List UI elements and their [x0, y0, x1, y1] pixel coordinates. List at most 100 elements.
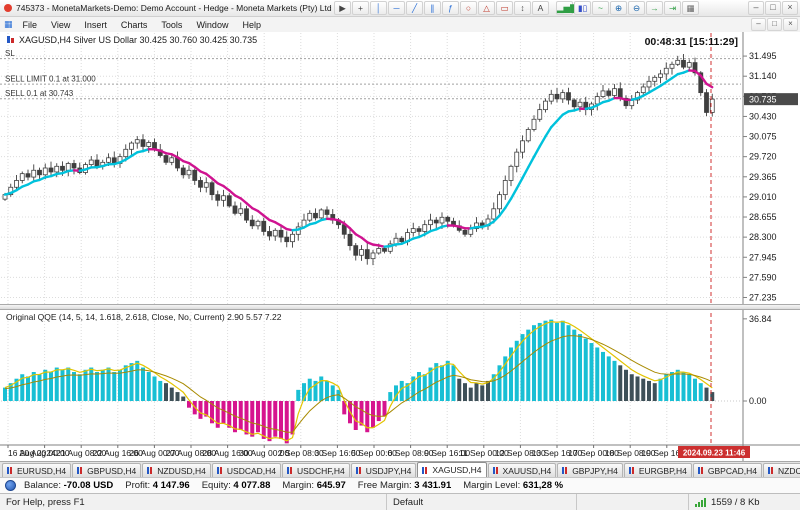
channel-icon[interactable]: ∥	[424, 1, 441, 15]
indicator-axis-label: 0.00	[749, 396, 767, 406]
symbol-tabs-bar: EURUSD,H4 GBPUSD,H4 NZDUSD,H4USDCAD,H4USDC…	[0, 461, 800, 477]
chart-shift-icon[interactable]: ⇥	[664, 1, 681, 15]
tab-label: EURUSD,H4	[17, 466, 66, 476]
connection-signal-icon	[695, 498, 707, 507]
account-equity: Equity: 4 077.88	[202, 480, 271, 491]
current-time-label: 2024.09.23 11:46	[683, 449, 746, 458]
price-axis-label: 28.655	[749, 212, 777, 222]
status-blank	[576, 494, 688, 510]
text-icon[interactable]: A	[532, 1, 549, 15]
arrows-icon[interactable]: ↕	[514, 1, 531, 15]
symbol-tab-gbpcad[interactable]: GBPCAD,H4	[693, 463, 762, 477]
chart-clock: 00:48:31 [15:11:29]	[645, 36, 738, 48]
price-axis-label: 29.010	[749, 192, 777, 202]
tab-label: XAGUSD,H4	[432, 465, 481, 475]
account-bar: Balance: -70.08 USD Profit: 4 147.96 Equit…	[0, 477, 800, 493]
chart-window-buttons: –□×	[750, 18, 798, 31]
symbol-tab-usdcad[interactable]: USDCAD,H4	[212, 463, 281, 477]
zoom-out-icon[interactable]: ⊖	[628, 1, 645, 15]
account-marginlevel: Margin Level: 631,28 %	[463, 480, 563, 491]
app-restore-button[interactable]: □	[765, 1, 781, 15]
status-connection[interactable]: 1559 / 8 Kb	[688, 494, 800, 510]
status-help: For Help, press F1	[0, 494, 386, 510]
order-label: SL	[5, 49, 15, 58]
menu-window[interactable]: Window	[189, 20, 235, 30]
price-axis-label: 28.300	[749, 232, 777, 242]
symbol-tab-eurgbp[interactable]: EURGBP,H4	[624, 463, 692, 477]
symbol-tab-gbpjpy[interactable]: GBPJPY,H4	[557, 463, 623, 477]
price-axis-label: 27.945	[749, 252, 777, 262]
triangle-icon[interactable]: △	[478, 1, 495, 15]
fibonacci-icon[interactable]: ƒ	[442, 1, 459, 15]
tab-chart-icon	[217, 467, 224, 474]
menu-charts[interactable]: Charts	[114, 20, 155, 30]
price-axis-label: 29.720	[749, 152, 777, 162]
account-margin: Margin: 645.97	[282, 480, 345, 491]
tab-label: EURGBP,H4	[639, 466, 687, 476]
cursor-icon[interactable]: ▶	[334, 1, 351, 15]
price-axis-label: 31.495	[749, 51, 777, 61]
auto-scroll-icon[interactable]: →	[646, 1, 663, 15]
symbol-tab-usdchf[interactable]: USDCHF,H4	[282, 463, 350, 477]
chart-canvas[interactable]: SLSELL LIMIT 0.1 at 31.000SELL 0.1 at 30…	[0, 32, 800, 461]
symbol-tab-nzdchf[interactable]: NZDCHF,H4	[763, 463, 800, 477]
tab-chart-icon	[287, 467, 294, 474]
price-axis-label: 30.430	[749, 111, 777, 121]
account-balance: Balance: -70.08 USD	[24, 480, 113, 491]
menu-insert[interactable]: Insert	[77, 20, 114, 30]
line-studies-toolbar: ▶+│─╱∥ƒ○△▭↕A	[334, 1, 550, 15]
chart-minimize-button[interactable]: –	[751, 18, 766, 31]
tab-label: GBPJPY,H4	[572, 466, 618, 476]
symbol-tab-xagusd[interactable]: XAGUSD,H4	[417, 462, 486, 477]
tab-chart-icon	[356, 467, 363, 474]
symbol-ohlc-label: XAGUSD,H4 Silver US Dollar 30.425 30.760…	[19, 35, 257, 45]
horizontal-line-icon[interactable]: ─	[388, 1, 405, 15]
app-minimize-button[interactable]: –	[748, 1, 764, 15]
trendline-icon[interactable]: ╱	[406, 1, 423, 15]
symbol-tab-eurusd[interactable]: EURUSD,H4	[2, 463, 71, 477]
tile-windows-icon[interactable]: ▦	[682, 1, 699, 15]
ellipse-icon[interactable]: ○	[460, 1, 477, 15]
order-label: SELL LIMIT 0.1 at 31.000	[5, 75, 96, 84]
symbol-tab-gbpusd[interactable]: GBPUSD,H4	[72, 463, 141, 477]
chart-close-button[interactable]: ×	[783, 18, 798, 31]
bars-chart-icon[interactable]: ▂▅▇	[556, 1, 573, 15]
symbol-tab-usdjpy[interactable]: USDJPY,H4	[351, 463, 417, 477]
symbol-icon	[11, 38, 14, 43]
title-bar: 745373 - MonetaMarkets-Demo: Demo Accoun…	[0, 0, 800, 17]
symbol-tab-xauusd[interactable]: XAUUSD,H4	[488, 463, 557, 477]
window-title: 745373 - MonetaMarkets-Demo: Demo Accoun…	[16, 3, 338, 13]
status-profile[interactable]: Default	[386, 494, 576, 510]
app-window-buttons: –□×	[747, 1, 798, 15]
menu-bar: ▦ FileViewInsertChartsToolsWindowHelp –□…	[0, 17, 800, 33]
tab-label: USDJPY,H4	[366, 466, 412, 476]
menu-tools[interactable]: Tools	[154, 20, 189, 30]
tab-label: GBPUSD,H4	[87, 466, 136, 476]
crosshair-icon[interactable]: +	[352, 1, 369, 15]
app-close-button[interactable]: ×	[782, 1, 798, 15]
chart-restore-button[interactable]: □	[767, 18, 782, 31]
price-axis-label: 29.365	[749, 172, 777, 182]
menu-file[interactable]: File	[16, 20, 45, 30]
rectangle-icon[interactable]: ▭	[496, 1, 513, 15]
symbol-tab-nzdusd[interactable]: NZDUSD,H4	[142, 463, 211, 477]
price-axis-label: 31.140	[749, 71, 777, 81]
price-axis-label: 27.590	[749, 272, 777, 282]
tab-chart-icon	[768, 467, 775, 474]
vertical-line-icon[interactable]: │	[370, 1, 387, 15]
menu-help[interactable]: Help	[235, 20, 268, 30]
account-freemargin: Free Margin: 3 431.91	[358, 480, 451, 491]
tab-label: NZDCHF,H4	[778, 466, 800, 476]
chart-toolbar: ▂▅▇▮▯~⊕⊖→⇥▦	[556, 1, 700, 15]
account-profit: Profit: 4 147.96	[125, 480, 189, 491]
tab-chart-icon	[7, 467, 14, 474]
zoom-in-icon[interactable]: ⊕	[610, 1, 627, 15]
tab-chart-icon	[698, 467, 705, 474]
tab-label: GBPCAD,H4	[708, 466, 757, 476]
subwindow-separator[interactable]	[0, 304, 800, 310]
tab-chart-icon	[422, 467, 429, 474]
menu-view[interactable]: View	[44, 20, 77, 30]
line-chart-icon[interactable]: ~	[592, 1, 609, 15]
tab-chart-icon	[629, 467, 636, 474]
candlestick-chart-icon[interactable]: ▮▯	[574, 1, 591, 15]
